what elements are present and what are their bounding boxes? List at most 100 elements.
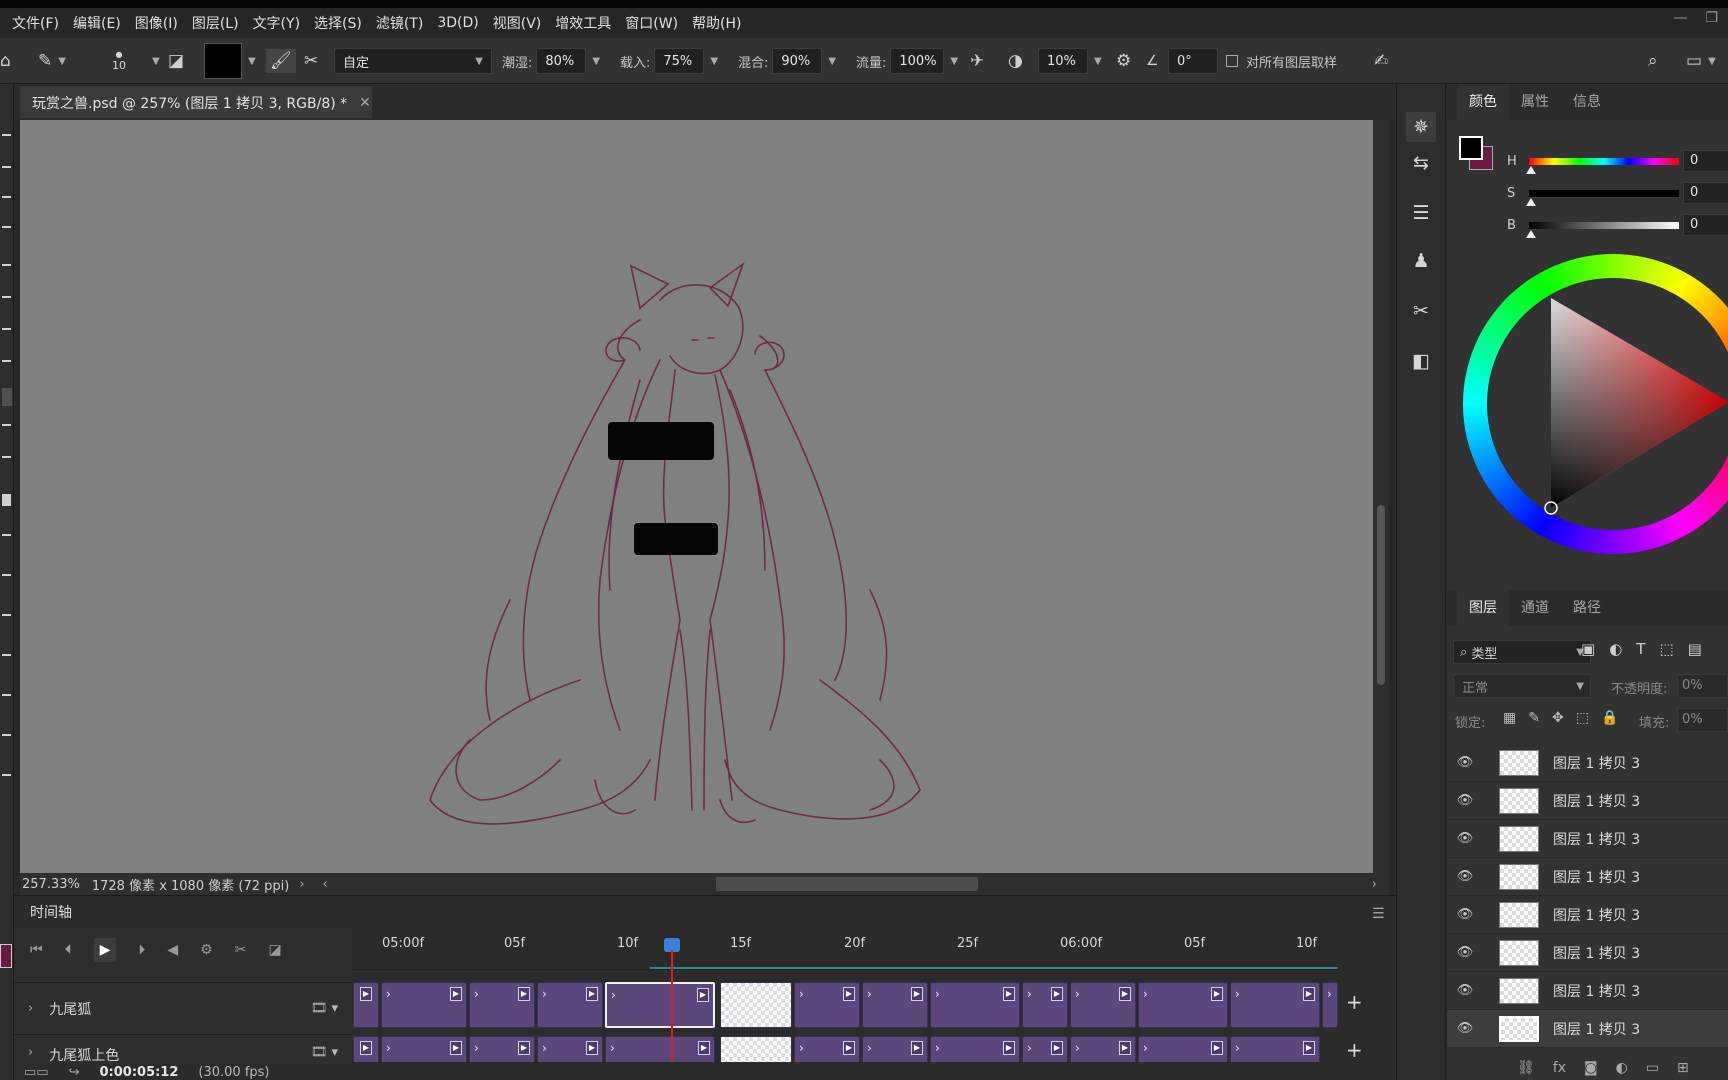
eye-icon[interactable]: 👁: [1455, 831, 1475, 846]
menu-plugins[interactable]: 增效工具: [555, 13, 611, 33]
settings-gear-icon[interactable]: ⚙: [1116, 38, 1131, 84]
frame-clip[interactable]: › ▶: [1230, 1036, 1320, 1062]
minimize-icon[interactable]: —: [1673, 10, 1687, 26]
add-media-icon[interactable]: +: [1346, 990, 1363, 1014]
brush-size-picker[interactable]: ● 10: [112, 38, 126, 84]
tool-slot[interactable]: [2, 264, 11, 266]
new-group-icon[interactable]: ▭: [1646, 1060, 1659, 1076]
frame-clip-selected[interactable]: › ▶: [605, 982, 715, 1028]
load-input[interactable]: 75%: [654, 48, 705, 74]
layer-row[interactable]: 👁 图层 1 拷贝 3: [1447, 744, 1728, 782]
eye-icon[interactable]: 👁: [1455, 983, 1475, 998]
frame-clip[interactable]: › ▶: [1070, 982, 1136, 1028]
layer-row[interactable]: 👁 图层 1 拷贝 3: [1447, 858, 1728, 896]
audio-icon[interactable]: ◀: [167, 942, 178, 958]
timeline-ruler[interactable]: 05:00f 05f 10f 15f 20f 25f 06:00f 05f 10…: [352, 930, 1338, 970]
layer-row[interactable]: 👁 图层 1 拷贝 3: [1447, 934, 1728, 972]
frame-clip[interactable]: › ▶: [1070, 1036, 1136, 1062]
fx-icon[interactable]: fx: [1553, 1060, 1566, 1076]
eye-icon[interactable]: 👁: [1455, 869, 1475, 884]
eye-icon[interactable]: 👁: [1455, 793, 1475, 808]
link-layers-icon[interactable]: ⛓: [1517, 1060, 1535, 1076]
tool-slot[interactable]: [2, 456, 11, 458]
eye-icon[interactable]: 👁: [1455, 907, 1475, 922]
layer-filter-select[interactable]: ⌕ 类型 ▼: [1453, 640, 1591, 664]
frame-clip[interactable]: › ▶: [1022, 982, 1068, 1028]
fill-input[interactable]: 0%: [1677, 708, 1728, 732]
tool-slot[interactable]: [2, 574, 11, 576]
tool-slot[interactable]: [2, 694, 11, 696]
scroll-left-icon[interactable]: ‹: [323, 877, 328, 892]
layer-row-selected[interactable]: 👁 图层 1 拷贝 3: [1447, 1010, 1728, 1048]
prev-frame-icon[interactable]: ⏴: [65, 942, 72, 958]
zoom-level[interactable]: 257.33%: [22, 877, 80, 892]
info-chevron-icon[interactable]: ›: [299, 877, 304, 892]
active-tool[interactable]: [2, 388, 12, 406]
menu-3d[interactable]: 3D(D): [437, 15, 478, 31]
flow-input[interactable]: 100%: [890, 48, 945, 74]
timeline-settings-icon[interactable]: ⚙: [200, 942, 213, 958]
lock-artboard-icon[interactable]: ⬚: [1576, 710, 1589, 726]
frame-clip-thumbnail[interactable]: [720, 1036, 792, 1062]
adjustments-icon[interactable]: ✂: [1406, 296, 1436, 326]
preset-select[interactable]: 自定 ▼: [334, 48, 492, 74]
timeline-menu-icon[interactable]: ☰: [1372, 906, 1385, 922]
next-frame-icon[interactable]: ⏵: [138, 942, 145, 958]
sample-all-layers[interactable]: 对所有图层取样: [1226, 38, 1341, 84]
tool-slot[interactable]: [2, 166, 11, 168]
frame-clip[interactable]: › ▶: [862, 1036, 928, 1062]
frame-clip[interactable]: › ▶: [381, 1036, 467, 1062]
pressure-icon[interactable]: ✍: [1374, 38, 1388, 84]
search-icon[interactable]: ⌕: [1648, 38, 1658, 84]
frame-clip[interactable]: › ▶: [930, 982, 1020, 1028]
filter-adjustment-icon[interactable]: ◐: [1609, 640, 1622, 658]
track-header-1[interactable]: › 九尾狐 🎞 ▾: [14, 982, 352, 1034]
eye-icon[interactable]: 👁: [1455, 945, 1475, 960]
menu-filter[interactable]: 滤镜(T): [376, 13, 423, 33]
layer-row[interactable]: 👁 图层 1 拷贝 3: [1447, 782, 1728, 820]
tool-slot[interactable]: [2, 494, 11, 506]
play-icon[interactable]: ▶: [93, 938, 117, 962]
color-triangle[interactable]: [1447, 84, 1728, 590]
wet-input[interactable]: 80%: [536, 48, 587, 74]
new-layer-icon[interactable]: ⊞: [1677, 1060, 1689, 1076]
menu-window[interactable]: 窗口(W): [625, 13, 678, 33]
menu-image[interactable]: 图像(I): [135, 13, 178, 33]
tool-slot[interactable]: [2, 774, 11, 776]
frame-clip[interactable]: › ▶: [862, 982, 928, 1028]
document-tab[interactable]: 玩赏之兽.psd @ 257% (图层 1 拷贝 3, RGB/8) * ✕: [20, 86, 372, 118]
frame-clip[interactable]: ▶: [353, 982, 379, 1028]
frame-clip[interactable]: ›: [1322, 982, 1338, 1028]
frame-clip[interactable]: › ▶: [1138, 982, 1228, 1028]
filter-type-icon[interactable]: T: [1636, 640, 1645, 658]
eye-icon[interactable]: 👁: [1455, 755, 1475, 770]
smoothing-icon[interactable]: ◑: [1008, 38, 1023, 84]
transition-icon[interactable]: ◪: [268, 942, 281, 958]
restore-icon[interactable]: ❐: [1705, 10, 1718, 26]
menu-help[interactable]: 帮助(H): [692, 13, 741, 33]
first-frame-icon[interactable]: ⏮: [30, 942, 43, 958]
current-color-swatch[interactable]: ▼: [204, 38, 256, 84]
layer-row[interactable]: 👁 图层 1 拷贝 3: [1447, 820, 1728, 858]
frame-clip[interactable]: › ▶: [537, 1036, 603, 1062]
frame-clip[interactable]: › ▶: [794, 982, 860, 1028]
frame-clip[interactable]: › ▶: [469, 1036, 535, 1062]
frame-clip[interactable]: ▶: [353, 1036, 379, 1062]
frame-clip-thumbnail[interactable]: [720, 982, 792, 1028]
tab-channels[interactable]: 通道: [1509, 590, 1561, 626]
menu-select[interactable]: 选择(S): [314, 13, 362, 33]
brush-options-caret[interactable]: ▼: [146, 38, 160, 84]
filter-smart-icon[interactable]: ▤: [1688, 640, 1702, 658]
opacity-input[interactable]: 0%: [1677, 674, 1728, 698]
tool-slot[interactable]: [2, 328, 11, 330]
clone-source-icon[interactable]: ⇆: [1406, 148, 1436, 178]
layer-row[interactable]: 👁 图层 1 拷贝 3: [1447, 972, 1728, 1010]
frame-clip[interactable]: › ▶: [794, 1036, 860, 1062]
work-area-bar[interactable]: [650, 967, 1338, 969]
tab-layers[interactable]: 图层: [1457, 590, 1509, 626]
filter-shape-icon[interactable]: ⬚: [1659, 640, 1673, 658]
lock-image-icon[interactable]: ✎: [1528, 710, 1540, 726]
airbrush-icon[interactable]: ✈: [970, 38, 984, 84]
brush-presets-icon[interactable]: ☰: [1406, 198, 1436, 228]
menu-type[interactable]: 文字(Y): [253, 13, 300, 33]
